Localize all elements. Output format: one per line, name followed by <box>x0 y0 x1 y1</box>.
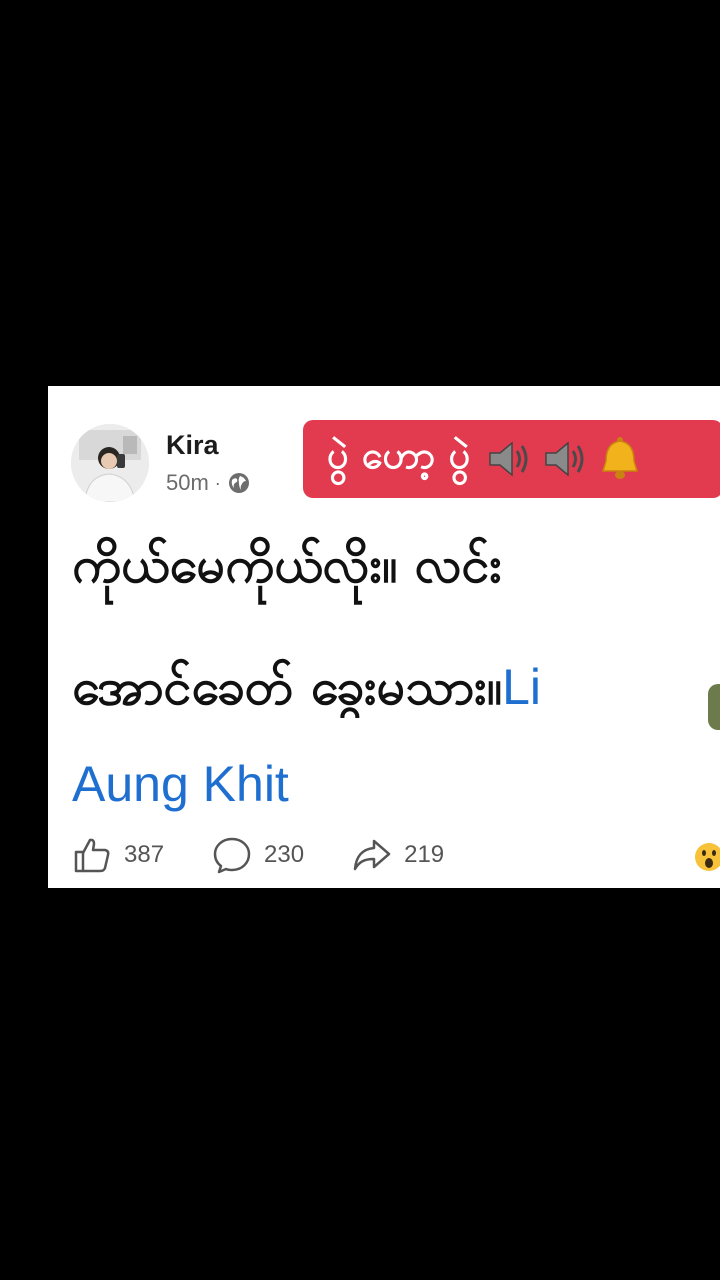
video-frame: Kira 50m · ပွဲ ဟော့ ပွဲ ကိုယ်မေကိုယ်လိုး… <box>0 0 720 1280</box>
speaker-icon <box>489 441 528 477</box>
meta-separator: · <box>214 472 221 493</box>
mention-link[interactable]: Aung Khit <box>72 754 289 814</box>
like-count: 387 <box>124 841 165 868</box>
like-button[interactable]: 387 <box>72 835 164 875</box>
post-meta: 50m · <box>166 470 251 496</box>
post-text-line-2-text: အောင်ခေတ် ခွေးမသား။ <box>72 658 503 716</box>
author-name[interactable]: Kira <box>166 430 219 461</box>
wow-reaction-icon[interactable] <box>694 842 720 872</box>
banner-icons <box>486 435 642 483</box>
post-actions: 387 230 219 <box>72 834 492 876</box>
share-button[interactable]: 219 <box>352 835 444 875</box>
hot-post-banner: ပွဲ ဟော့ ပွဲ <box>303 420 720 498</box>
share-icon <box>353 839 391 871</box>
post-text-line-1: ကိုယ်မေကိုယ်လိုး။ လင်း <box>72 536 503 594</box>
post-time[interactable]: 50m <box>166 470 209 496</box>
edge-thumbnail <box>708 684 720 730</box>
post-card: Kira 50m · ပွဲ ဟော့ ပွဲ ကိုယ်မေကိုယ်လိုး… <box>48 386 720 888</box>
thumbs-up-icon <box>74 838 110 873</box>
avatar-photo <box>71 424 149 502</box>
banner-text: ပွဲ ဟော့ ပွဲ <box>327 433 471 477</box>
comment-count: 230 <box>264 841 305 868</box>
share-count: 219 <box>404 841 445 868</box>
bell-icon <box>602 437 639 479</box>
globe-icon <box>227 471 251 495</box>
author-avatar[interactable] <box>71 424 149 502</box>
post-text-line-2: အောင်ခေတ် ခွေးမသား။Li <box>72 656 720 718</box>
comment-icon <box>213 837 251 874</box>
link-fragment[interactable]: Li <box>502 659 541 715</box>
comment-button[interactable]: 230 <box>212 835 304 875</box>
speaker-icon <box>545 441 584 477</box>
